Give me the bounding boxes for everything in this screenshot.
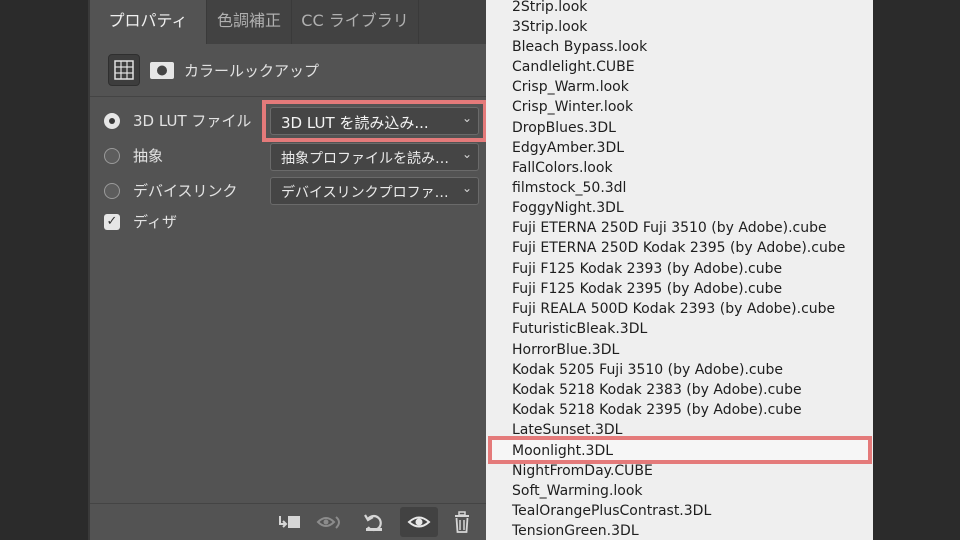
device-link-dropdown[interactable]: デバイスリンクプロファイルを読み込み... ⌄ [270,177,479,205]
visibility-eye-icon[interactable] [400,507,438,537]
panel-bottom-toolbar [90,503,488,540]
device-link-dropdown-value: デバイスリンクプロファイルを読み込み... [281,185,455,201]
window-background-left [0,0,88,540]
menu-item[interactable]: Fuji F125 Kodak 2395 (by Adobe).cube [512,279,782,299]
checkbox-dither[interactable]: ✓ [104,214,120,230]
option-label-3d-lut-file: 3D LUT ファイル [133,112,252,130]
menu-item[interactable]: EdgyAmber.3DL [512,138,624,158]
radio-device-link[interactable] [104,183,120,199]
abstract-profile-dropdown[interactable]: 抽象プロファイルを読み込み... ⌄ [270,143,479,171]
menu-item[interactable]: LateSunset.3DL [512,420,622,440]
menu-item[interactable]: Bleach Bypass.look [512,37,647,57]
option-label-dither: ディザ [133,213,177,231]
menu-item[interactable]: TealOrangePlusContrast.3DL [512,501,711,521]
tab-cc-libraries[interactable]: CC ライブラリ [292,0,418,44]
menu-item[interactable]: Crisp_Winter.look [512,97,633,117]
menu-item[interactable]: FoggyNight.3DL [512,198,624,218]
lut-dropdown-menu: 2Strip.look 3Strip.look Bleach Bypass.lo… [486,0,873,540]
header-divider [90,96,488,97]
menu-item[interactable]: NightFromDay.CUBE [512,461,653,481]
radio-abstract[interactable] [104,148,120,164]
clip-to-layer-icon[interactable] [276,511,304,535]
trash-icon[interactable] [448,511,476,535]
menu-item[interactable]: Fuji ETERNA 250D Kodak 2395 (by Adobe).c… [512,238,845,258]
menu-item[interactable]: Candlelight.CUBE [512,57,635,77]
adjustment-title: カラールックアップ [184,62,320,80]
properties-panel: プロパティ 色調補正 CC ライブラリ カラールックアップ 3D LUT ファイ… [88,0,488,540]
menu-item[interactable]: TensionGreen.3DL [512,521,639,540]
menu-item[interactable]: 2Strip.look [512,0,587,17]
menu-item[interactable]: Fuji ETERNA 250D Fuji 3510 (by Adobe).cu… [512,218,827,238]
reset-icon[interactable] [360,511,388,535]
menu-item[interactable]: Kodak 5218 Kodak 2383 (by Adobe).cube [512,380,802,400]
menu-item[interactable]: FuturisticBleak.3DL [512,319,647,339]
menu-item[interactable]: Fuji REALA 500D Kodak 2393 (by Adobe).cu… [512,299,835,319]
menu-item[interactable]: Soft_Warming.look [512,481,643,501]
abstract-profile-dropdown-value: 抽象プロファイルを読み込み... [281,151,455,167]
radio-3d-lut-file[interactable] [104,113,120,129]
menu-item-moonlight[interactable]: Moonlight.3DL [512,441,613,461]
menu-item[interactable]: Fuji F125 Kodak 2393 (by Adobe).cube [512,259,782,279]
menu-item[interactable]: 3Strip.look [512,17,587,37]
lut-dropdown-highlight [262,100,487,142]
tab-properties[interactable]: プロパティ [90,0,206,44]
option-label-abstract: 抽象 [133,147,164,165]
menu-item[interactable]: Kodak 5205 Fuji 3510 (by Adobe).cube [512,360,783,380]
chevron-down-icon: ⌄ [461,181,472,195]
grid-table-icon[interactable] [108,54,140,86]
menu-item[interactable]: Crisp_Warm.look [512,77,629,97]
window-background-right [873,0,960,540]
view-previous-state-icon[interactable] [316,511,344,535]
panel-tab-bar: プロパティ 色調補正 CC ライブラリ [90,0,488,44]
tab-adjustments[interactable]: 色調補正 [207,0,291,44]
menu-item[interactable]: filmstock_50.3dl [512,178,626,198]
option-label-device-link: デバイスリンク [133,182,238,200]
menu-item[interactable]: HorrorBlue.3DL [512,340,619,360]
chevron-down-icon: ⌄ [461,147,472,161]
menu-item[interactable]: FallColors.look [512,158,613,178]
layer-mask-icon[interactable] [146,54,178,86]
menu-item[interactable]: Kodak 5218 Kodak 2395 (by Adobe).cube [512,400,802,420]
menu-item[interactable]: DropBlues.3DL [512,118,616,138]
